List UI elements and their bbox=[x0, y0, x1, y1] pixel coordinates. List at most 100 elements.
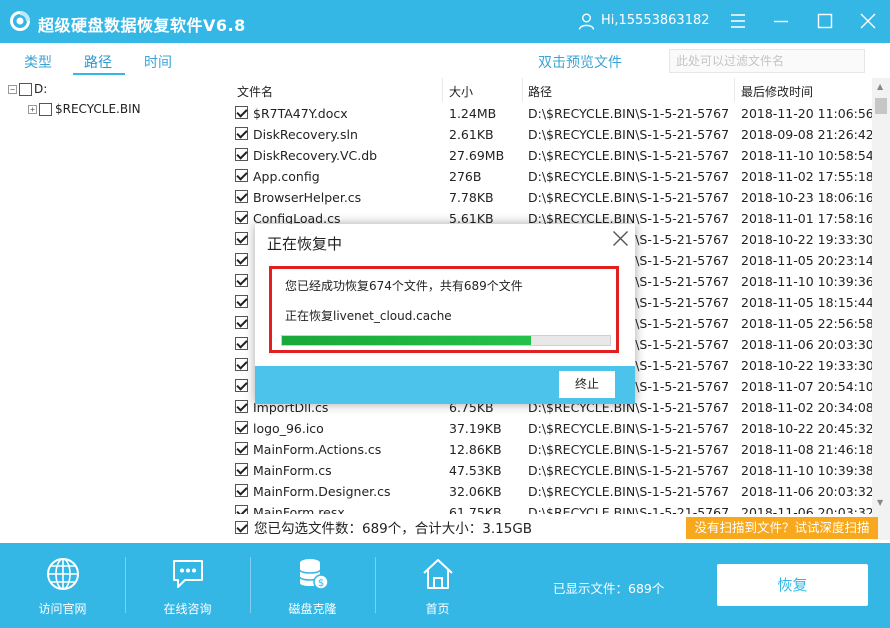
row-checkbox[interactable] bbox=[235, 295, 248, 308]
row-checkbox[interactable] bbox=[235, 274, 248, 287]
tree-node-recycle-bin[interactable]: + $RECYCLE.BIN bbox=[28, 101, 141, 117]
tab-path[interactable]: 路径 bbox=[84, 52, 112, 72]
table-row[interactable]: MainForm.resx 61.75KB D:\$RECYCLE.BIN\S-1-… bbox=[231, 501, 872, 514]
header-name[interactable]: 文件名 bbox=[237, 83, 273, 100]
row-checkbox[interactable] bbox=[235, 421, 248, 434]
file-size: 47.53KB bbox=[449, 463, 502, 478]
collapse-icon[interactable]: − bbox=[8, 84, 17, 94]
minimize-icon[interactable] bbox=[771, 11, 791, 31]
filter-input[interactable] bbox=[669, 49, 865, 73]
svg-text:$: $ bbox=[317, 578, 323, 589]
row-checkbox[interactable] bbox=[235, 106, 248, 119]
row-checkbox[interactable] bbox=[235, 400, 248, 413]
dialog-body: 您已经成功恢复674个文件，共有689个文件 正在恢复livenet_cloud… bbox=[255, 256, 635, 366]
row-checkbox[interactable] bbox=[235, 505, 248, 514]
vertical-scrollbar[interactable]: ▲ ▼ bbox=[872, 78, 890, 540]
expand-icon[interactable]: + bbox=[28, 104, 37, 114]
table-row[interactable]: MainForm.cs 47.53KB D:\$RECYCLE.BIN\S-1-5-… bbox=[231, 459, 872, 480]
file-modified: 2018-10-22 19:33:30 bbox=[741, 358, 872, 373]
file-size: 7.78KB bbox=[449, 190, 494, 205]
row-checkbox[interactable] bbox=[235, 232, 248, 245]
row-checkbox[interactable] bbox=[235, 316, 248, 329]
globe-icon bbox=[46, 558, 79, 590]
table-row[interactable]: BrowserHelper.cs 7.78KB D:\$RECYCLE.BIN\S-… bbox=[231, 186, 872, 207]
row-checkbox[interactable] bbox=[235, 169, 248, 182]
deep-scan-button[interactable]: 没有扫描到文件？试试深度扫描 bbox=[686, 517, 878, 539]
file-modified: 2018-11-06 20:03:32 bbox=[741, 505, 872, 514]
tab-time[interactable]: 时间 bbox=[144, 52, 172, 72]
scroll-up-icon[interactable]: ▲ bbox=[877, 82, 883, 91]
active-tab-indicator bbox=[73, 73, 125, 75]
file-size: 37.19KB bbox=[449, 421, 502, 436]
table-row[interactable]: MainForm.Designer.cs 32.06KB D:\$RECYCLE.B… bbox=[231, 480, 872, 501]
file-name: MainForm.Designer.cs bbox=[253, 484, 391, 499]
file-modified: 2018-11-01 17:58:16 bbox=[741, 211, 872, 226]
bottom-toolbar: 访问官网 在线咨询 $ 磁盘克隆 首页 已显示文件：689个 恢复 bbox=[0, 543, 890, 628]
column-divider[interactable] bbox=[734, 78, 735, 102]
nav-online-chat[interactable]: 在线咨询 bbox=[125, 543, 250, 628]
file-modified: 2018-11-07 20:54:10 bbox=[741, 379, 872, 394]
file-modified: 2018-11-02 20:34:08 bbox=[741, 400, 872, 415]
file-modified: 2018-11-10 10:39:36 bbox=[741, 274, 872, 289]
file-path: D:\$RECYCLE.BIN\S-1-5-21-5767... bbox=[528, 484, 728, 499]
header-path[interactable]: 路径 bbox=[528, 83, 552, 100]
row-checkbox[interactable] bbox=[235, 211, 248, 224]
nav-home[interactable]: 首页 bbox=[375, 543, 500, 628]
file-name: $R7TA47Y.docx bbox=[253, 106, 348, 121]
table-row[interactable]: DiskRecovery.VC.db 27.69MB D:\$RECYCLE.BIN… bbox=[231, 144, 872, 165]
table-row[interactable]: $R7TA47Y.docx 1.24MB D:\$RECYCLE.BIN\S-1-5… bbox=[231, 102, 872, 123]
user-icon[interactable] bbox=[578, 13, 595, 30]
row-checkbox[interactable] bbox=[235, 379, 248, 392]
select-all-checkbox[interactable] bbox=[235, 520, 248, 534]
menu-icon[interactable] bbox=[728, 11, 748, 31]
tree-root-checkbox[interactable] bbox=[19, 82, 32, 96]
user-name[interactable]: Hi,15553863182 bbox=[601, 13, 710, 28]
row-checkbox[interactable] bbox=[235, 127, 248, 140]
column-divider[interactable] bbox=[442, 78, 443, 102]
file-size: 61.75KB bbox=[449, 505, 502, 514]
row-checkbox[interactable] bbox=[235, 463, 248, 476]
nav-visit-website[interactable]: 访问官网 bbox=[0, 543, 125, 628]
dialog-close-icon[interactable] bbox=[612, 230, 629, 247]
dialog-title: 正在恢复中 bbox=[267, 235, 343, 253]
row-checkbox[interactable] bbox=[235, 148, 248, 161]
column-divider[interactable] bbox=[522, 78, 523, 102]
row-checkbox[interactable] bbox=[235, 253, 248, 266]
scroll-thumb[interactable] bbox=[875, 98, 887, 114]
tree-child-checkbox[interactable] bbox=[39, 102, 52, 116]
header-size[interactable]: 大小 bbox=[449, 83, 473, 100]
current-file-text: 正在恢复livenet_cloud.cache bbox=[285, 309, 452, 323]
tab-type[interactable]: 类型 bbox=[24, 52, 52, 72]
tree-child-label: $RECYCLE.BIN bbox=[55, 102, 141, 116]
nav-disk-clone[interactable]: $ 磁盘克隆 bbox=[250, 543, 375, 628]
recovery-progress-dialog: 正在恢复中 您已经成功恢复674个文件，共有689个文件 正在恢复livenet… bbox=[255, 224, 635, 404]
row-checkbox[interactable] bbox=[235, 358, 248, 371]
file-path: D:\$RECYCLE.BIN\S-1-5-21-5767... bbox=[528, 505, 728, 514]
file-modified: 2018-11-02 17:55:18 bbox=[741, 169, 872, 184]
file-path: D:\$RECYCLE.BIN\S-1-5-21-5767... bbox=[528, 442, 728, 457]
row-checkbox[interactable] bbox=[235, 484, 248, 497]
table-row[interactable]: logo_96.ico 37.19KB D:\$RECYCLE.BIN\S-1-5-… bbox=[231, 417, 872, 438]
table-row[interactable]: MainForm.Actions.cs 12.86KB D:\$RECYCLE.BI… bbox=[231, 438, 872, 459]
file-name: DiskRecovery.VC.db bbox=[253, 148, 378, 163]
close-icon[interactable] bbox=[858, 11, 878, 31]
nav-label: 在线咨询 bbox=[163, 602, 212, 616]
file-modified: 2018-11-10 10:58:54 bbox=[741, 148, 872, 163]
file-size: 2.61KB bbox=[449, 127, 494, 142]
recover-button[interactable]: 恢复 bbox=[717, 564, 868, 606]
table-row[interactable]: App.config 276B D:\$RECYCLE.BIN\S-1-5-21-5… bbox=[231, 165, 872, 186]
header-modified[interactable]: 最后修改时间 bbox=[741, 83, 813, 100]
scroll-down-icon[interactable]: ▼ bbox=[877, 498, 883, 507]
disk-clone-icon: $ bbox=[298, 559, 329, 590]
tree-node-root[interactable]: − D: bbox=[8, 81, 47, 97]
table-row[interactable]: DiskRecovery.sln 2.61KB D:\$RECYCLE.BIN\S-… bbox=[231, 123, 872, 144]
row-checkbox[interactable] bbox=[235, 442, 248, 455]
row-checkbox[interactable] bbox=[235, 190, 248, 203]
row-checkbox[interactable] bbox=[235, 337, 248, 350]
maximize-icon[interactable] bbox=[815, 11, 835, 31]
file-modified: 2018-11-10 10:39:38 bbox=[741, 463, 872, 478]
file-name: DiskRecovery.sln bbox=[253, 127, 358, 142]
recovered-count-text: 您已经成功恢复674个文件，共有689个文件 bbox=[285, 279, 523, 293]
file-name: MainForm.Actions.cs bbox=[253, 442, 382, 457]
stop-button[interactable]: 终止 bbox=[559, 371, 615, 398]
